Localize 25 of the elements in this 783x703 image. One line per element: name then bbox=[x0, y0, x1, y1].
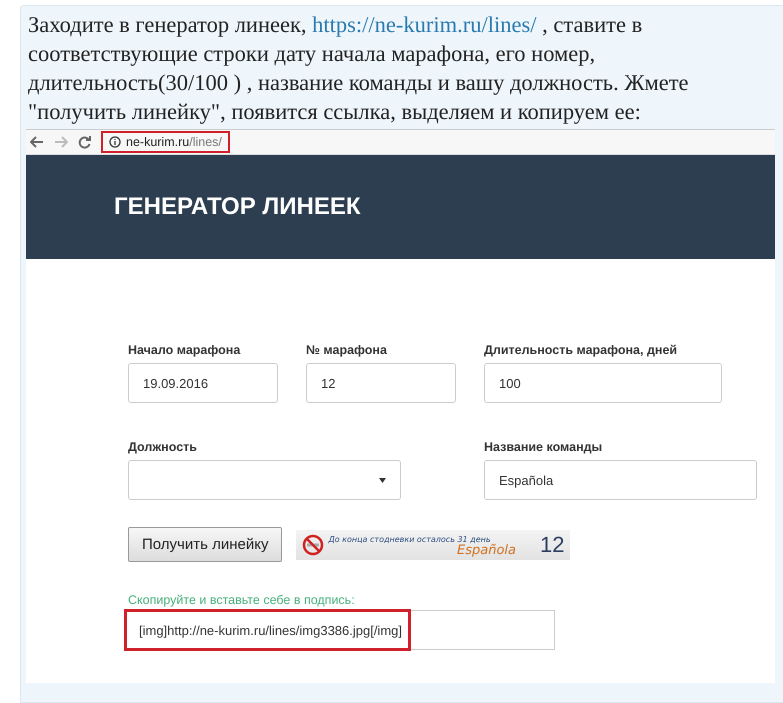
copy-hint: Скопируйте и вставьте себе в подпись: bbox=[127, 592, 356, 607]
field-label: Должность bbox=[128, 440, 198, 454]
instruction-paragraph: Заходите в генератор линеек, https://ne-kurim.ru/lines/ , ставите в соответствующие строки дату начала марафона, его номер, длительность(30/100 ) , название команды и вашу должность. Жмете "получить линейку", появится ссылка, выделяем и копируем ее: bbox=[27, 11, 690, 126]
input-field[interactable]: 12 bbox=[306, 363, 456, 403]
field-label: Длительность марафона, дней bbox=[484, 343, 678, 357]
get-ruler-button[interactable]: Получить линейку bbox=[128, 527, 282, 562]
banner-team: Española bbox=[457, 544, 516, 556]
address-bar[interactable]: ne-kurim.ru/lines/ bbox=[101, 131, 230, 153]
info-icon bbox=[109, 136, 121, 148]
back-arrow-icon[interactable] bbox=[30, 136, 44, 148]
input-field[interactable]: Española bbox=[484, 460, 757, 500]
output-code[interactable]: [img]http://ne-kurim.ru/lines/img3386.jpg[/img] bbox=[124, 609, 411, 651]
dropdown-caret-icon bbox=[379, 478, 386, 482]
reload-icon[interactable] bbox=[78, 136, 91, 148]
generator-link[interactable]: https://ne-kurim.ru/lines/ bbox=[312, 12, 537, 37]
input-field[interactable]: 100 bbox=[484, 363, 722, 403]
field-label: Начало марафона bbox=[128, 343, 242, 357]
field-label: № марафона bbox=[306, 343, 388, 357]
banner-caption: До конца стодневки осталось 31 день bbox=[328, 534, 492, 544]
banner-number: 12 bbox=[540, 532, 564, 558]
field-label: Название команды bbox=[484, 440, 604, 454]
select-field[interactable] bbox=[128, 460, 401, 500]
no-smoking-icon bbox=[302, 534, 324, 556]
site-title: ГЕНЕРАТОР ЛИНЕЕК bbox=[114, 193, 360, 221]
input-field[interactable]: 19.09.2016 bbox=[128, 363, 278, 403]
